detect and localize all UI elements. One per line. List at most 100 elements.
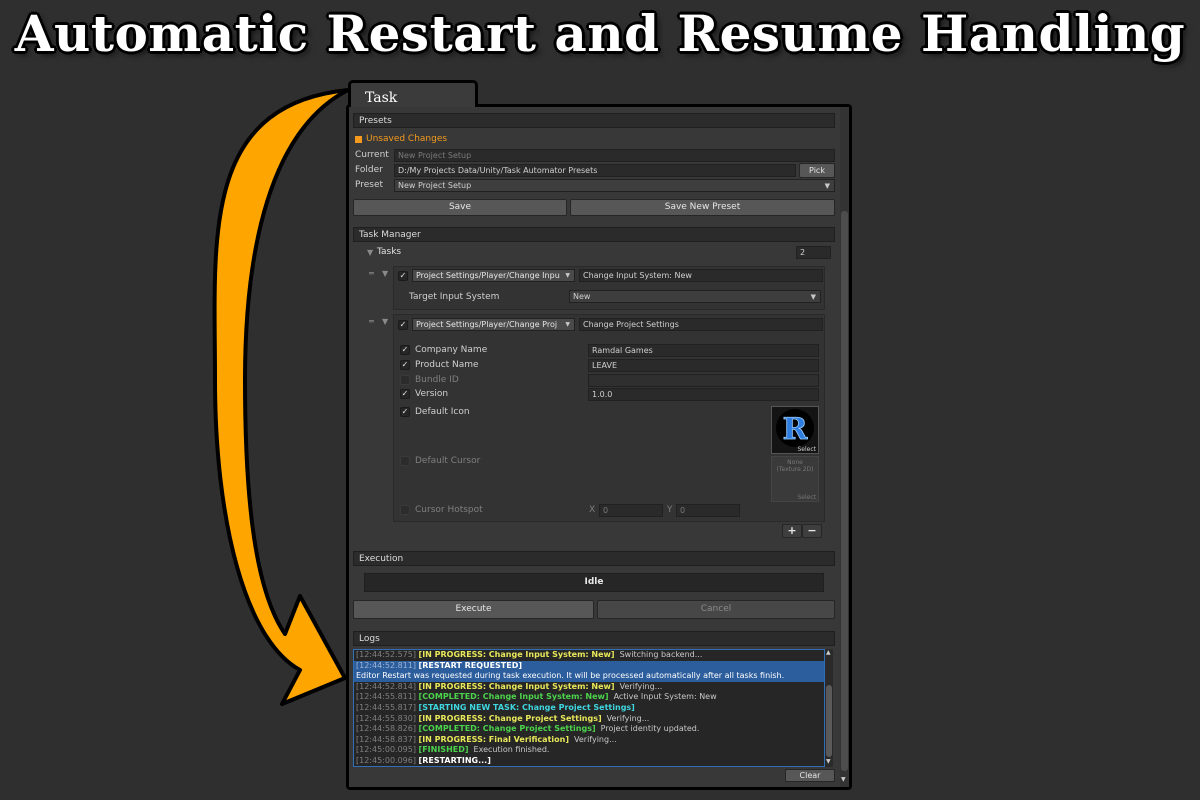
remove-task-button[interactable]: − bbox=[802, 524, 822, 538]
svg-text:R: R bbox=[783, 412, 809, 447]
presets-header[interactable]: Presets bbox=[353, 113, 835, 128]
target-input-system-label: Target Input System bbox=[409, 292, 500, 302]
log-line[interactable]: [12:44:58.826] [COMPLETED: Change Projec… bbox=[354, 724, 824, 735]
preset-dropdown-value: New Project Setup bbox=[398, 181, 472, 190]
log-timestamp: [12:44:58.826] bbox=[356, 724, 416, 734]
save-new-preset-button[interactable]: Save New Preset bbox=[570, 199, 835, 216]
hotspot-y-label: Y bbox=[667, 505, 673, 515]
log-message: Project identity updated. bbox=[600, 724, 700, 734]
log-timestamp: [12:45:00.096] bbox=[356, 755, 416, 765]
log-line[interactable]: [12:44:55.830] [IN PROGRESS: Change Proj… bbox=[354, 714, 824, 725]
company-name-label: Company Name bbox=[415, 345, 488, 355]
cursor-hotspot-label: Cursor Hotspot bbox=[415, 505, 483, 515]
icon-select-label[interactable]: Select bbox=[797, 446, 816, 453]
log-tag: [COMPLETED: Change Project Settings] bbox=[418, 724, 596, 734]
cursor-select-label[interactable]: Select bbox=[797, 494, 816, 501]
log-message: Verifying... bbox=[574, 734, 617, 744]
hotspot-y-field[interactable]: 0 bbox=[676, 504, 740, 517]
log-line[interactable]: Editor Restart was requested during task… bbox=[354, 671, 824, 682]
log-timestamp: [12:44:52.575] bbox=[356, 650, 416, 659]
default-icon-thumbnail[interactable]: R Select bbox=[771, 406, 819, 454]
company-name-checkbox[interactable]: ✓ bbox=[400, 345, 410, 355]
cancel-button[interactable]: Cancel bbox=[597, 600, 835, 619]
execute-button[interactable]: Execute bbox=[353, 600, 594, 619]
tasks-foldout-icon[interactable]: ▼ bbox=[367, 248, 373, 257]
scroll-up-icon[interactable]: ▲ bbox=[826, 649, 831, 656]
logs-panel[interactable]: [12:44:52.575] [IN PROGRESS: Change Inpu… bbox=[353, 649, 825, 767]
drag-handle-icon[interactable]: ═ bbox=[369, 317, 374, 326]
window-scrollbar-thumb[interactable] bbox=[841, 211, 848, 771]
task1-type-dropdown[interactable]: Project Settings/Player/Change Inpu ▼ bbox=[412, 269, 575, 282]
version-checkbox[interactable]: ✓ bbox=[400, 389, 410, 399]
task1-name-field[interactable]: Change Input System: New bbox=[579, 269, 823, 282]
log-line[interactable]: [12:44:52.811] [RESTART REQUESTED] bbox=[354, 660, 824, 672]
window-tab[interactable]: Task Automator bbox=[348, 80, 478, 136]
log-timestamp: [12:44:55.830] bbox=[356, 713, 416, 723]
log-tag: [IN PROGRESS: Change Input System: New] bbox=[418, 681, 615, 691]
pick-button[interactable]: Pick bbox=[799, 163, 835, 178]
bundle-id-field bbox=[588, 374, 819, 387]
add-task-button[interactable]: + bbox=[782, 524, 802, 538]
logs-header[interactable]: Logs bbox=[353, 631, 835, 646]
bundle-id-label: Bundle ID bbox=[415, 375, 459, 385]
log-timestamp: [12:44:55.817] bbox=[356, 702, 416, 712]
task2-name-field[interactable]: Change Project Settings bbox=[579, 318, 823, 331]
tasks-count-field[interactable]: 2 bbox=[796, 246, 831, 259]
hotspot-x-field[interactable]: 0 bbox=[599, 504, 663, 517]
default-cursor-checkbox[interactable] bbox=[400, 456, 410, 466]
preset-label: Preset bbox=[355, 180, 384, 190]
log-message: Execution finished. bbox=[473, 745, 550, 755]
preset-dropdown[interactable]: New Project Setup ▼ bbox=[394, 179, 835, 192]
default-icon-checkbox[interactable]: ✓ bbox=[400, 407, 410, 417]
scroll-down-icon[interactable]: ▼ bbox=[826, 758, 831, 765]
cursor-hotspot-checkbox[interactable] bbox=[400, 505, 410, 515]
log-line[interactable]: [12:44:52.575] [IN PROGRESS: Change Inpu… bbox=[354, 650, 824, 661]
log-line[interactable]: [12:44:55.811] [COMPLETED: Change Input … bbox=[354, 692, 824, 703]
target-input-system-dropdown[interactable]: New ▼ bbox=[569, 290, 821, 303]
clear-logs-button[interactable]: Clear bbox=[785, 769, 835, 782]
tasks-label: Tasks bbox=[377, 247, 402, 257]
unsaved-changes-label: Unsaved Changes bbox=[366, 134, 448, 144]
task2-enabled-checkbox[interactable]: ✓ bbox=[398, 320, 408, 330]
product-name-field[interactable]: LEAVE bbox=[588, 359, 819, 372]
task2-type-dropdown[interactable]: Project Settings/Player/Change Proj ▼ bbox=[412, 318, 575, 331]
default-icon-label: Default Icon bbox=[415, 407, 470, 417]
drag-handle-icon[interactable]: ═ bbox=[369, 269, 374, 278]
unsaved-indicator-icon bbox=[355, 136, 362, 143]
cursor-none-label: None bbox=[787, 459, 803, 466]
log-lines: [12:44:52.575] [IN PROGRESS: Change Inpu… bbox=[354, 650, 824, 766]
product-name-checkbox[interactable]: ✓ bbox=[400, 360, 410, 370]
company-name-field[interactable]: Ramdal Games bbox=[588, 344, 819, 357]
log-timestamp: [12:44:52.811] bbox=[356, 660, 416, 670]
task-manager-header[interactable]: Task Manager bbox=[353, 227, 835, 242]
log-message: Verifying... bbox=[619, 681, 663, 691]
current-field: New Project Setup bbox=[394, 149, 835, 162]
log-line[interactable]: [12:44:52.814] [IN PROGRESS: Change Inpu… bbox=[354, 682, 824, 693]
default-cursor-slot[interactable]: None (Texture 2D) Select bbox=[771, 456, 819, 502]
log-timestamp: [12:44:58.837] bbox=[356, 734, 416, 744]
task2-foldout-icon[interactable]: ▼ bbox=[382, 317, 388, 326]
logs-scrollbar-thumb[interactable] bbox=[826, 685, 832, 757]
window-scroll-down-icon[interactable]: ▼ bbox=[841, 776, 846, 783]
task1-foldout-icon[interactable]: ▼ bbox=[382, 269, 388, 278]
log-tag: [STARTING NEW TASK: Change Project Setti… bbox=[418, 702, 635, 712]
task1-enabled-checkbox[interactable]: ✓ bbox=[398, 271, 408, 281]
save-button[interactable]: Save bbox=[353, 199, 567, 216]
folder-field[interactable]: D:/My Projects Data/Unity/Task Automator… bbox=[394, 164, 796, 177]
log-line[interactable]: [12:44:58.837] [IN PROGRESS: Final Verif… bbox=[354, 735, 824, 746]
log-tag: [IN PROGRESS: Final Verification] bbox=[418, 734, 569, 744]
folder-label: Folder bbox=[355, 165, 383, 175]
log-line[interactable]: [12:44:55.817] [STARTING NEW TASK: Chang… bbox=[354, 703, 824, 714]
log-line[interactable]: [12:45:00.095] [FINISHED] Execution finis… bbox=[354, 745, 824, 756]
version-field[interactable]: 1.0.0 bbox=[588, 388, 819, 401]
version-label: Version bbox=[415, 389, 449, 399]
log-message: Verifying... bbox=[606, 713, 650, 723]
task-automator-window: Presets Unsaved Changes Current New Proj… bbox=[349, 107, 849, 787]
execution-status-bar: Idle bbox=[364, 573, 824, 592]
log-tag: [COMPLETED: Change Input System: New] bbox=[418, 692, 609, 702]
bundle-id-checkbox[interactable] bbox=[400, 375, 410, 385]
log-timestamp: [12:45:00.095] bbox=[356, 745, 416, 755]
execution-header[interactable]: Execution bbox=[353, 551, 835, 566]
log-line[interactable]: [12:45:00.096] [RESTARTING...] bbox=[354, 755, 824, 766]
product-name-label: Product Name bbox=[415, 360, 479, 370]
